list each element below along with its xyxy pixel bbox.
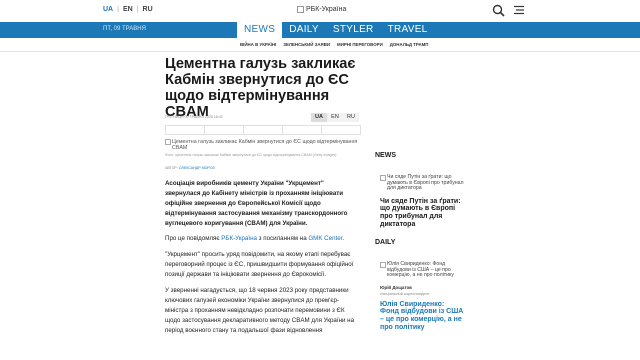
share-button[interactable] bbox=[166, 126, 205, 134]
rbc-link[interactable]: РБК-Україна bbox=[221, 235, 257, 242]
current-date: ПТ, 09 ТРАВНЯ bbox=[103, 26, 146, 32]
subnav-item-war[interactable]: ВІЙНА В УКРАЇНІ bbox=[240, 42, 276, 47]
share-button[interactable] bbox=[322, 126, 360, 134]
author-label: АВТОР: bbox=[165, 166, 178, 170]
article-lang-ru[interactable]: RU bbox=[343, 113, 359, 122]
share-bar bbox=[165, 125, 361, 135]
tab-travel[interactable]: TRAVEL bbox=[381, 22, 435, 38]
news-card-image: Чи сяде Путін за ґрати: що думають в Євр… bbox=[380, 174, 464, 192]
article-image: Цементна галузь закликає Кабмін звернути… bbox=[165, 139, 365, 151]
broken-image-icon bbox=[165, 139, 171, 145]
share-button[interactable] bbox=[205, 126, 244, 134]
subnav-item-zelensky[interactable]: ЗЕЛЕНСЬКИЙ ЗАЯВИ bbox=[283, 42, 330, 47]
lang-ua[interactable]: UA bbox=[103, 6, 113, 13]
sidebar-news-card[interactable]: Чи сяде Путін за ґрати: що думають в Євр… bbox=[380, 174, 464, 228]
article-language-switcher: UA EN RU bbox=[311, 113, 359, 122]
article-lang-ua[interactable]: UA bbox=[311, 113, 327, 122]
article-paragraph: Про це повідомляє РБК-Україна з посиланн… bbox=[165, 234, 361, 244]
tab-news[interactable]: NEWS bbox=[237, 22, 283, 38]
paragraph-text: з посиланням на bbox=[256, 235, 309, 242]
broken-image-icon bbox=[297, 6, 304, 13]
daily-card-author: Юрій Дощатов bbox=[380, 284, 412, 290]
sidebar-news-heading[interactable]: NEWS bbox=[375, 152, 396, 159]
daily-card-image-alt: Юлія Свириденко: Фонд відбудови із США –… bbox=[387, 261, 454, 279]
gmk-center-link[interactable]: GMK Center bbox=[308, 235, 342, 242]
article-meta: П'ЯТНИЦЯ 09 ТРАВНЯ 2025 18:42 bbox=[165, 115, 223, 119]
lang-en[interactable]: EN bbox=[123, 6, 133, 13]
lang-separator: | bbox=[117, 6, 119, 13]
news-card-title[interactable]: Чи сяде Путін за ґрати: що думають в Євр… bbox=[380, 198, 464, 228]
author-name[interactable]: ОЛЕКСАНДР МОРОЗ bbox=[179, 166, 215, 170]
paragraph-text: Про це повідомляє bbox=[165, 235, 222, 242]
share-button[interactable] bbox=[244, 126, 283, 134]
sub-nav: ВІЙНА В УКРАЇНІ ЗЕЛЕНСЬКИЙ ЗАЯВИ МИРНІ П… bbox=[0, 38, 640, 52]
broken-image-icon bbox=[380, 175, 386, 181]
lang-ru[interactable]: RU bbox=[143, 6, 153, 13]
daily-card-author-role: спеціальний кореспондент bbox=[380, 290, 430, 296]
sidebar-daily-card[interactable]: Юлія Свириденко: Фонд відбудови із США –… bbox=[380, 261, 464, 331]
article-headline: Цементна галузь закликає Кабмін звернути… bbox=[165, 56, 356, 120]
daily-card-image: Юлія Свириденко: Фонд відбудови із США –… bbox=[380, 261, 464, 279]
article-paragraph: "Укрцемент" просить уряд повідомити, на … bbox=[165, 251, 354, 278]
image-caption: Фото: цементна галузь закликає Кабмін зв… bbox=[165, 153, 337, 157]
menu-icon[interactable] bbox=[514, 5, 524, 15]
article-lang-en[interactable]: EN bbox=[327, 113, 343, 122]
sidebar-daily-heading[interactable]: DAILY bbox=[375, 239, 395, 246]
paragraph-text: . bbox=[342, 235, 345, 242]
search-icon[interactable] bbox=[492, 4, 505, 17]
tab-daily[interactable]: DAILY bbox=[282, 22, 326, 38]
news-card-image-alt: Чи сяде Путін за ґрати: що думають в Євр… bbox=[387, 174, 464, 192]
broken-image-icon bbox=[380, 262, 386, 268]
site-logo[interactable]: РБК-Україна bbox=[297, 6, 346, 13]
tab-styler[interactable]: STYLER bbox=[326, 22, 381, 38]
daily-card-title[interactable]: Юлія Свириденко: Фонд відбудови із США –… bbox=[380, 301, 464, 331]
article-author: АВТОР: ОЛЕКСАНДР МОРОЗ bbox=[165, 166, 215, 170]
article-header: Цементна галузь закликає Кабмін звернути… bbox=[165, 56, 361, 120]
lang-separator: | bbox=[136, 6, 139, 13]
share-button[interactable] bbox=[283, 126, 322, 134]
subnav-item-peace-talks[interactable]: МИРНІ ПЕРЕГОВОРИ bbox=[337, 42, 383, 47]
article-lead: Асоціація виробників цементу України "Ук… bbox=[165, 180, 348, 227]
article-paragraph: У зверненні нагадується, що 18 червня 20… bbox=[165, 287, 355, 334]
subnav-item-trump[interactable]: ДОНАЛЬД ТРАМП bbox=[390, 42, 429, 47]
language-switcher: UA | EN | RU bbox=[103, 6, 153, 13]
main-nav-tabs: NEWS DAILY STYLER TRAVEL bbox=[237, 22, 435, 38]
top-header: UA | EN | RU РБК-Україна bbox=[0, 0, 640, 22]
logo-alt-text: РБК-Україна bbox=[306, 6, 347, 13]
article-image-alt: Цементна галузь закликає Кабмін звернути… bbox=[172, 139, 358, 151]
